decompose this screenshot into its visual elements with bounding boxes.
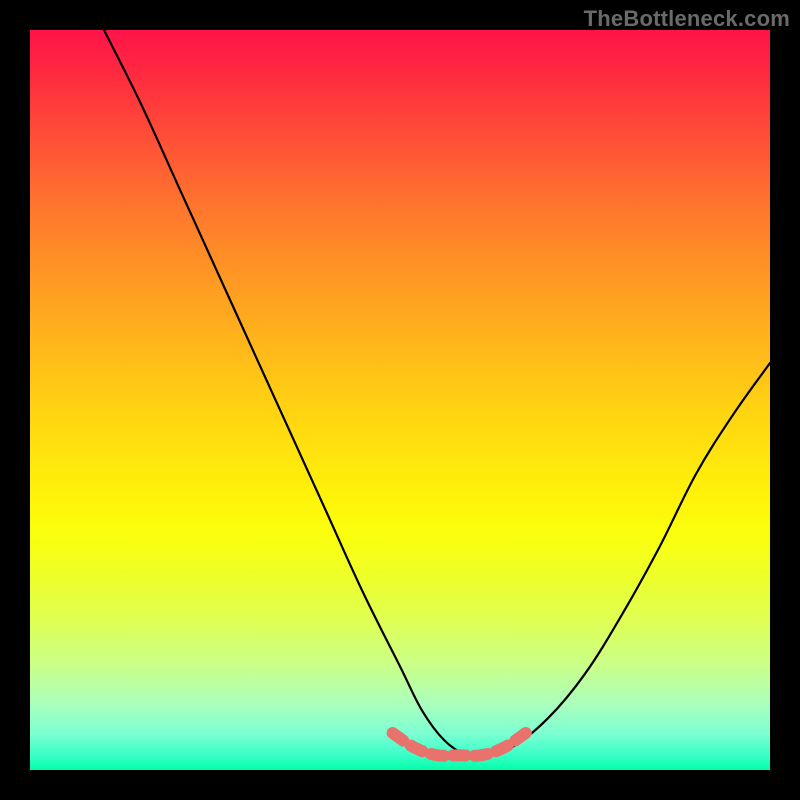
chart-svg [30, 30, 770, 770]
black-curve [104, 30, 770, 757]
pink-dashed-segment [393, 733, 526, 756]
chart-frame: TheBottleneck.com [0, 0, 800, 800]
watermark-text: TheBottleneck.com [584, 6, 790, 32]
plot-area [30, 30, 770, 770]
